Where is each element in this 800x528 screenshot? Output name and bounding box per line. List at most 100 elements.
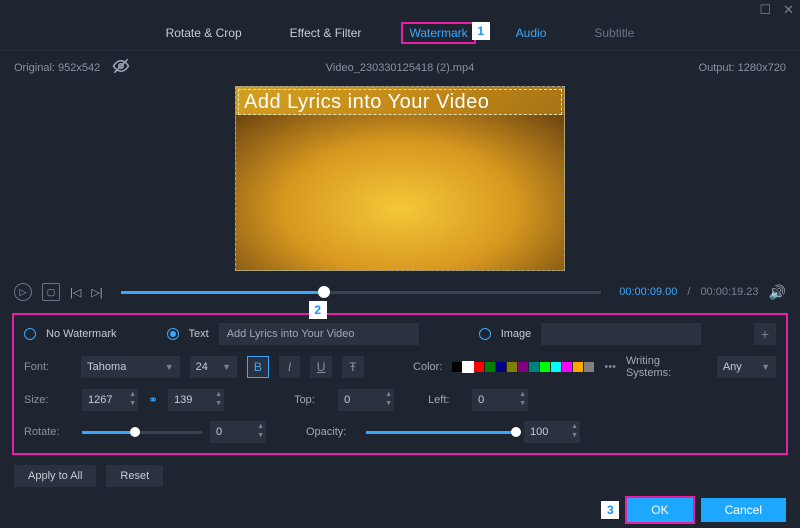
spinner-icon[interactable]: ▲▼ bbox=[571, 422, 578, 440]
preview-toggle-icon[interactable] bbox=[112, 57, 130, 78]
stop-button[interactable]: ▢ bbox=[42, 283, 60, 301]
timeline-knob[interactable] bbox=[318, 286, 330, 298]
reset-button[interactable]: Reset bbox=[106, 465, 163, 487]
top-value: 0 bbox=[344, 394, 350, 406]
rotate-slider-fill bbox=[82, 431, 130, 434]
top-input[interactable]: 0 ▲▼ bbox=[338, 389, 394, 411]
chevron-down-icon: ▼ bbox=[165, 362, 174, 372]
apply-to-all-button[interactable]: Apply to All bbox=[14, 465, 96, 487]
time-total: 00:00:19.23 bbox=[700, 286, 758, 298]
link-aspect-icon[interactable]: ⚭ bbox=[148, 393, 158, 407]
no-watermark-label: No Watermark bbox=[46, 328, 117, 340]
spinner-icon[interactable]: ▲▼ bbox=[215, 390, 222, 408]
tab-effect-filter[interactable]: Effect & Filter bbox=[290, 26, 362, 40]
rotate-value: 0 bbox=[216, 426, 222, 438]
size-width-value: 1267 bbox=[88, 394, 112, 406]
color-swatch[interactable] bbox=[452, 362, 462, 372]
video-preview[interactable]: Add Lyrics into Your Video bbox=[235, 86, 565, 271]
tab-audio[interactable]: Audio bbox=[516, 26, 547, 40]
ok-button[interactable]: OK bbox=[627, 498, 692, 522]
writing-systems-select[interactable]: Any▼ bbox=[717, 356, 776, 378]
opacity-slider[interactable] bbox=[366, 431, 516, 434]
color-swatch[interactable] bbox=[573, 362, 583, 372]
size-width-input[interactable]: 1267 ▲▼ bbox=[82, 389, 138, 411]
spinner-icon[interactable]: ▲▼ bbox=[385, 390, 392, 408]
opacity-label: Opacity: bbox=[306, 426, 356, 438]
color-swatch[interactable] bbox=[562, 362, 572, 372]
more-colors-icon[interactable]: ••• bbox=[604, 361, 616, 373]
color-swatch[interactable] bbox=[474, 362, 484, 372]
radio-no-watermark[interactable] bbox=[24, 328, 36, 340]
spinner-icon[interactable]: ▲▼ bbox=[257, 422, 264, 440]
output-dimensions: Output: 1280x720 bbox=[699, 62, 786, 74]
size-height-input[interactable]: 139 ▲▼ bbox=[168, 389, 224, 411]
time-separator: / bbox=[687, 286, 690, 298]
step-badge-1: 1 bbox=[472, 22, 490, 40]
opacity-slider-fill bbox=[366, 431, 516, 434]
preview-frame bbox=[236, 115, 564, 270]
tab-subtitle[interactable]: Subtitle bbox=[594, 26, 634, 40]
step-badge-2: 2 bbox=[309, 301, 327, 319]
rotate-input[interactable]: 0 ▲▼ bbox=[210, 421, 266, 443]
tab-bar: Rotate & Crop Effect & Filter Watermark … bbox=[0, 20, 800, 51]
spinner-icon[interactable]: ▲▼ bbox=[519, 390, 526, 408]
tab-watermark-label: Watermark bbox=[401, 22, 475, 44]
bold-button[interactable]: B bbox=[247, 356, 269, 378]
cancel-button[interactable]: Cancel bbox=[701, 498, 786, 522]
minimize-button[interactable]: ☐ bbox=[759, 2, 771, 18]
timeline-progress bbox=[121, 291, 318, 294]
time-current: 00:00:09.00 bbox=[619, 286, 677, 298]
watermark-text-input[interactable] bbox=[219, 323, 419, 345]
color-label: Color: bbox=[413, 361, 442, 373]
color-swatch[interactable] bbox=[496, 362, 506, 372]
image-watermark-label: Image bbox=[501, 328, 532, 340]
step-badge-3: 3 bbox=[601, 501, 619, 519]
radio-image-watermark[interactable] bbox=[479, 328, 491, 340]
rotate-label: Rotate: bbox=[24, 426, 72, 438]
color-swatch[interactable] bbox=[584, 362, 594, 372]
next-frame-button[interactable]: ▷| bbox=[91, 286, 102, 299]
opacity-value: 100 bbox=[530, 426, 548, 438]
italic-button[interactable]: I bbox=[279, 356, 301, 378]
top-label: Top: bbox=[294, 394, 328, 406]
volume-icon[interactable]: 🔊 bbox=[769, 284, 786, 301]
left-input[interactable]: 0 ▲▼ bbox=[472, 389, 528, 411]
size-height-value: 139 bbox=[174, 394, 192, 406]
color-swatch[interactable] bbox=[463, 362, 473, 372]
chevron-down-icon: ▼ bbox=[761, 362, 770, 372]
color-swatch[interactable] bbox=[529, 362, 539, 372]
opacity-input[interactable]: 100 ▲▼ bbox=[524, 421, 580, 443]
left-label: Left: bbox=[428, 394, 462, 406]
add-image-button[interactable]: + bbox=[754, 323, 776, 345]
spinner-icon[interactable]: ▲▼ bbox=[129, 390, 136, 408]
play-button[interactable]: ▷ bbox=[14, 283, 32, 301]
size-label: Size: bbox=[24, 394, 72, 406]
radio-text-watermark[interactable] bbox=[167, 328, 179, 340]
watermark-overlay-text[interactable]: Add Lyrics into Your Video bbox=[244, 91, 556, 114]
fontsize-select[interactable]: 24▼ bbox=[190, 356, 237, 378]
rotate-slider-knob[interactable] bbox=[130, 427, 140, 437]
fontsize-value: 24 bbox=[196, 361, 208, 373]
font-label: Font: bbox=[24, 361, 71, 373]
color-swatch[interactable] bbox=[507, 362, 517, 372]
prev-frame-button[interactable]: |◁ bbox=[70, 286, 81, 299]
color-swatch[interactable] bbox=[540, 362, 550, 372]
timeline-scrubber[interactable]: 2 bbox=[121, 291, 602, 294]
color-swatches bbox=[452, 362, 594, 372]
opacity-slider-knob[interactable] bbox=[511, 427, 521, 437]
strike-button[interactable]: Ŧ bbox=[342, 356, 364, 378]
underline-button[interactable]: U bbox=[310, 356, 332, 378]
font-select[interactable]: Tahoma ▼ bbox=[81, 356, 179, 378]
left-value: 0 bbox=[478, 394, 484, 406]
watermark-image-input[interactable] bbox=[541, 323, 701, 345]
tab-rotate-crop[interactable]: Rotate & Crop bbox=[166, 26, 242, 40]
text-watermark-label: Text bbox=[189, 328, 209, 340]
color-swatch[interactable] bbox=[518, 362, 528, 372]
close-button[interactable]: ✕ bbox=[783, 2, 794, 18]
color-swatch[interactable] bbox=[485, 362, 495, 372]
rotate-slider[interactable] bbox=[82, 431, 202, 434]
color-swatch[interactable] bbox=[551, 362, 561, 372]
font-value: Tahoma bbox=[87, 361, 126, 373]
writing-systems-label: Writing Systems: bbox=[626, 355, 707, 379]
tab-watermark[interactable]: Watermark 1 bbox=[409, 26, 467, 40]
